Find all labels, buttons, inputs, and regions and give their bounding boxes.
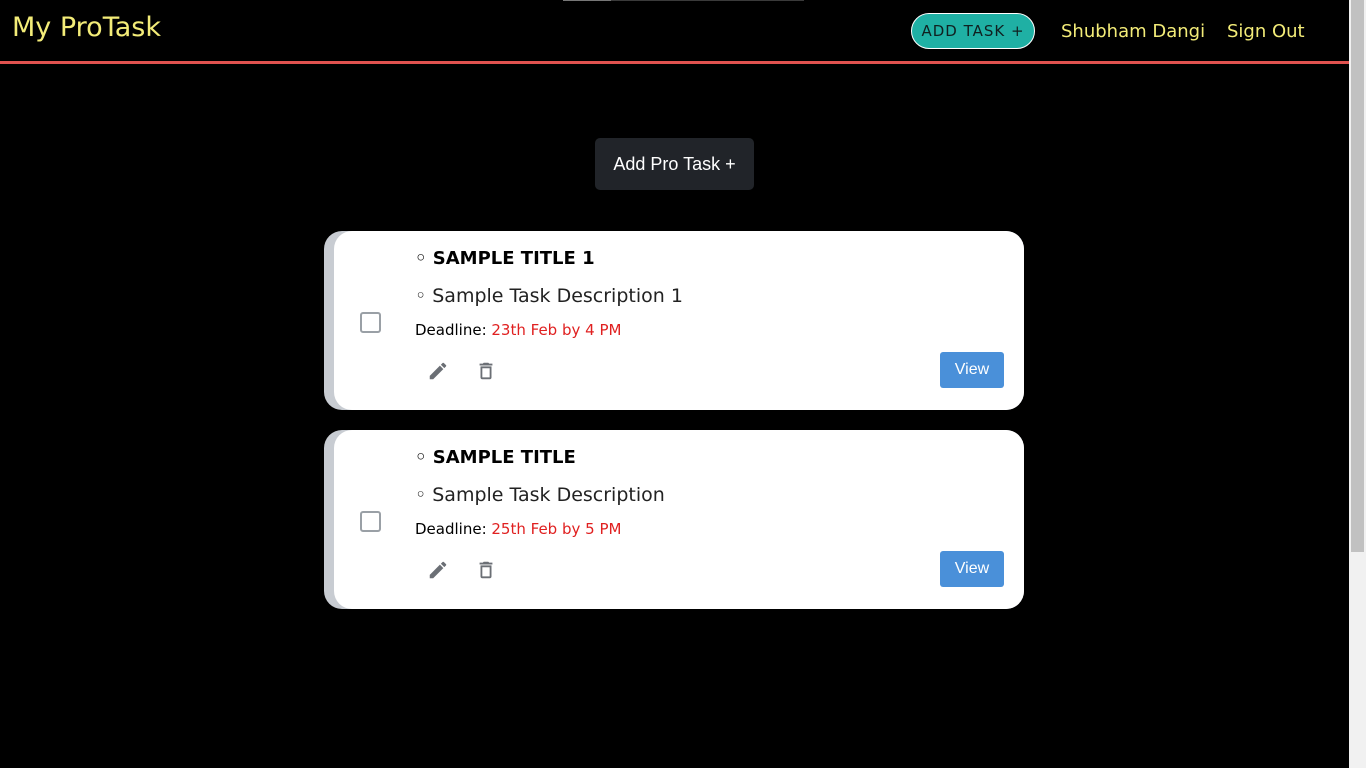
pencil-icon bbox=[429, 561, 447, 579]
task-card: ◦ SAMPLE TITLE 1 ◦ Sample Task Descripti… bbox=[324, 231, 1024, 410]
trash-icon bbox=[479, 561, 493, 579]
deadline-value: 25th Feb by 5 PM bbox=[491, 520, 622, 538]
view-button[interactable]: View bbox=[940, 352, 1004, 388]
sign-out-link[interactable]: Sign Out bbox=[1227, 21, 1305, 43]
task-title: ◦ SAMPLE TITLE 1 bbox=[415, 248, 595, 269]
scrollbar-thumb[interactable] bbox=[1351, 0, 1364, 552]
deadline-label: Deadline: bbox=[415, 520, 492, 538]
top-loading-bar bbox=[563, 0, 804, 1]
task-title: ◦ SAMPLE TITLE bbox=[415, 447, 576, 468]
task-card: ◦ SAMPLE TITLE ◦ Sample Task Description… bbox=[324, 430, 1024, 609]
trash-icon bbox=[479, 362, 493, 380]
add-task-button[interactable]: ADD TASK + bbox=[911, 13, 1035, 49]
edit-button[interactable] bbox=[425, 557, 451, 583]
task-description: ◦ Sample Task Description bbox=[415, 484, 665, 506]
top-navbar: My ProTask ADD TASK + Shubham Dangi Sign… bbox=[0, 0, 1349, 64]
task-deadline: Deadline: 23th Feb by 4 PM bbox=[415, 321, 621, 339]
deadline-value: 23th Feb by 4 PM bbox=[491, 321, 622, 339]
add-pro-task-button[interactable]: Add Pro Task + bbox=[595, 138, 754, 190]
user-name-link[interactable]: Shubham Dangi bbox=[1061, 21, 1205, 43]
task-card-body: ◦ SAMPLE TITLE ◦ Sample Task Description… bbox=[334, 430, 1024, 609]
task-complete-checkbox[interactable] bbox=[360, 511, 381, 532]
delete-button[interactable] bbox=[473, 557, 499, 583]
brand-title[interactable]: My ProTask bbox=[12, 12, 161, 44]
task-description: ◦ Sample Task Description 1 bbox=[415, 285, 683, 307]
delete-button[interactable] bbox=[473, 358, 499, 384]
task-deadline: Deadline: 25th Feb by 5 PM bbox=[415, 520, 621, 538]
task-card-body: ◦ SAMPLE TITLE 1 ◦ Sample Task Descripti… bbox=[334, 231, 1024, 410]
task-complete-checkbox[interactable] bbox=[360, 312, 381, 333]
view-button[interactable]: View bbox=[940, 551, 1004, 587]
edit-button[interactable] bbox=[425, 358, 451, 384]
pencil-icon bbox=[429, 362, 447, 380]
deadline-label: Deadline: bbox=[415, 321, 492, 339]
